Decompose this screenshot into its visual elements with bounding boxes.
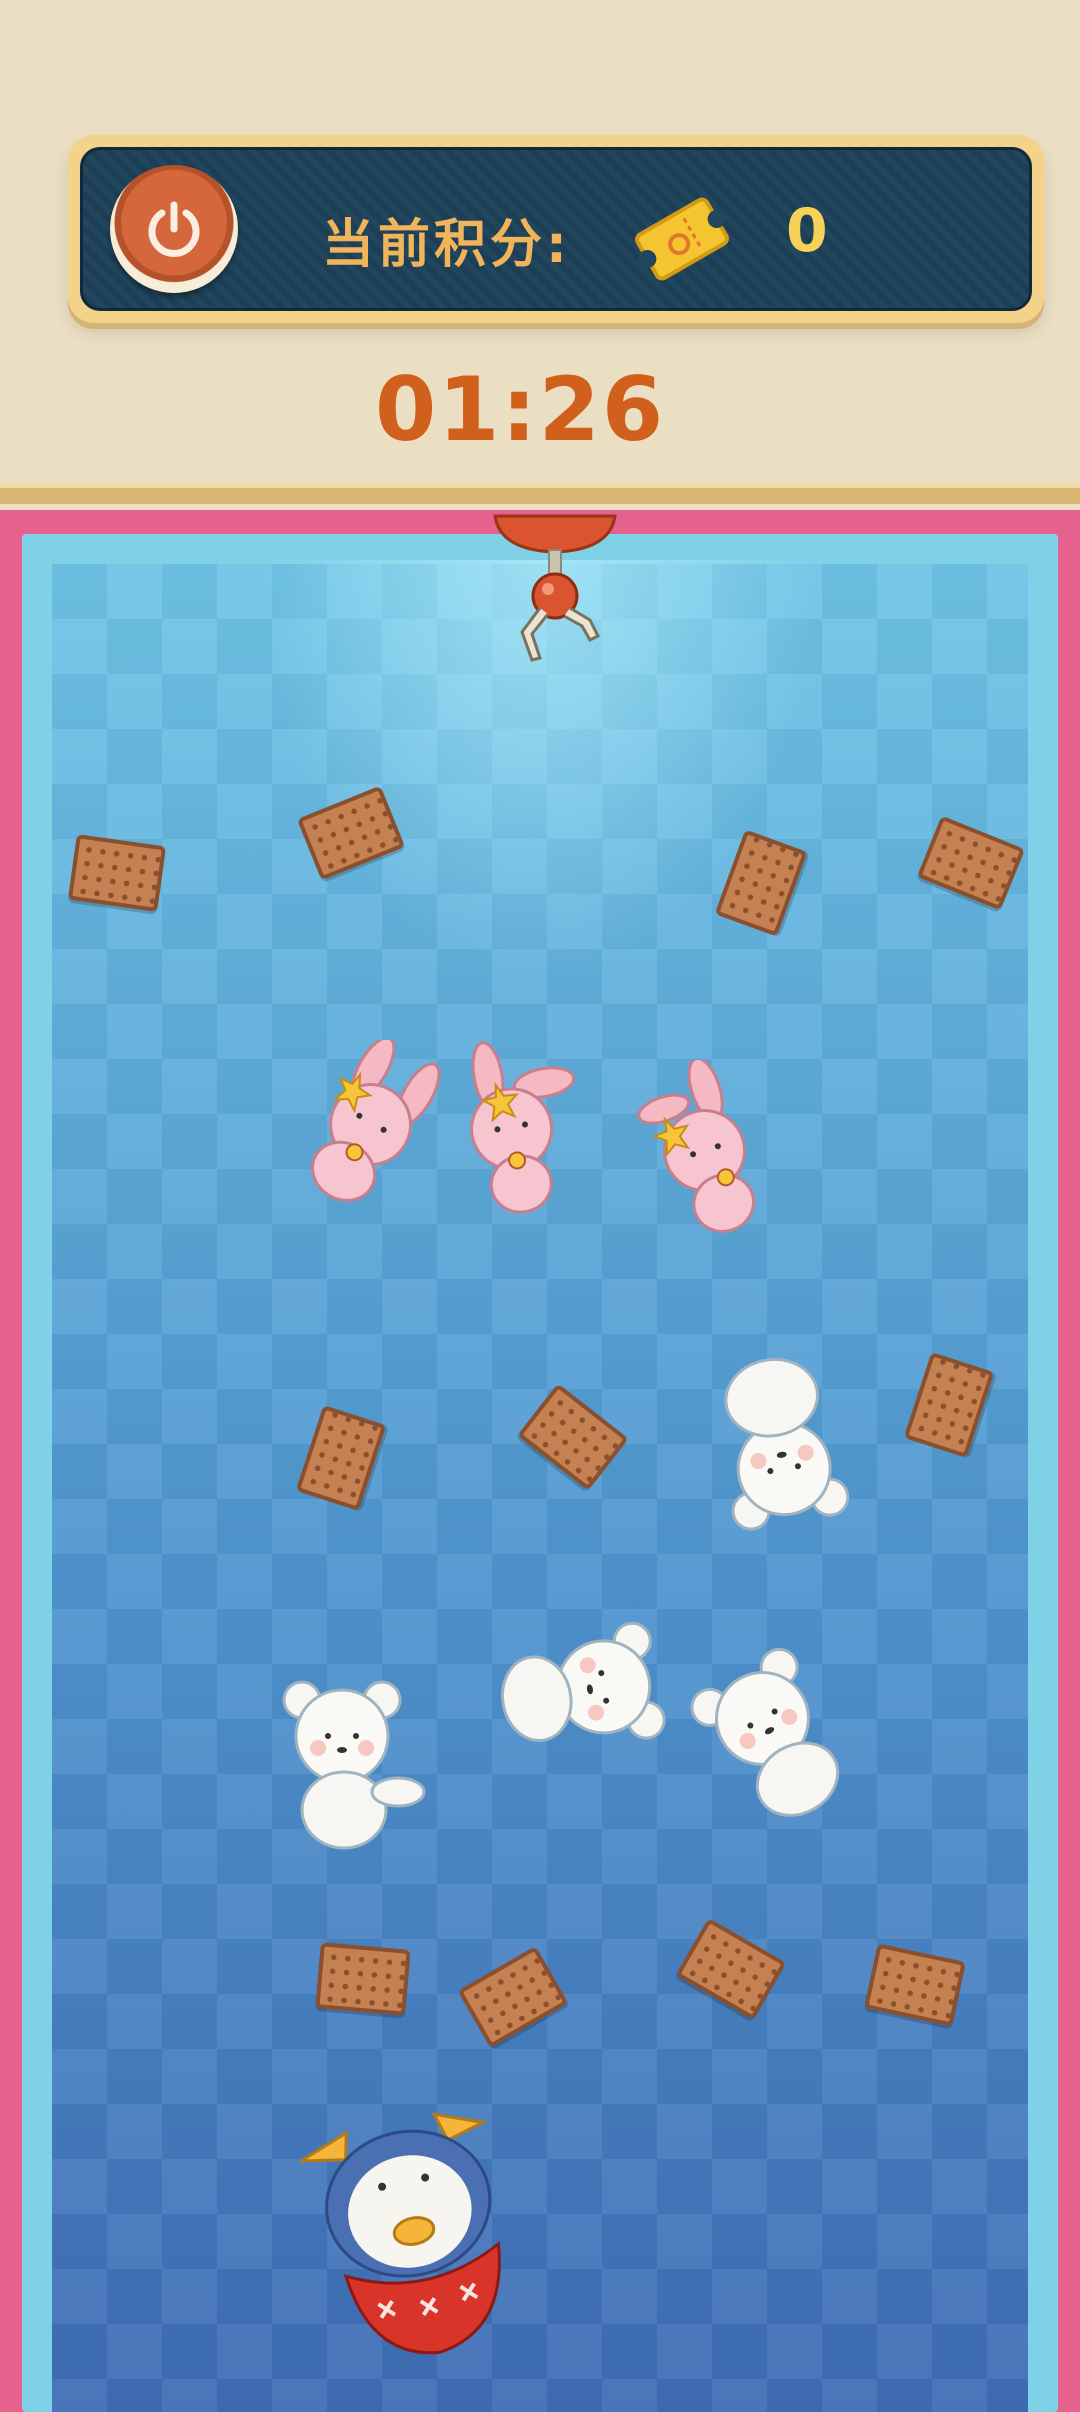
bear-plush[interactable] <box>672 1640 872 1830</box>
ticket-icon <box>635 197 729 281</box>
countdown-timer: 01:26 <box>374 358 666 461</box>
bunny-plush[interactable] <box>622 1060 792 1250</box>
penguin-plush[interactable] <box>300 2110 540 2370</box>
divider <box>0 484 1080 504</box>
cracker-prize[interactable] <box>315 1942 411 2016</box>
bear-plush[interactable] <box>258 1660 428 1860</box>
score-value: 0 <box>786 196 828 266</box>
bear-plush[interactable] <box>486 1600 686 1780</box>
bear-plush[interactable] <box>690 1345 870 1545</box>
claw-icon[interactable] <box>490 510 620 690</box>
score-label: 当前积分: <box>322 215 571 275</box>
power-icon <box>148 201 200 257</box>
power-button[interactable] <box>110 165 238 293</box>
bunny-plush[interactable] <box>432 1036 602 1226</box>
cracker-prize[interactable] <box>67 834 167 912</box>
